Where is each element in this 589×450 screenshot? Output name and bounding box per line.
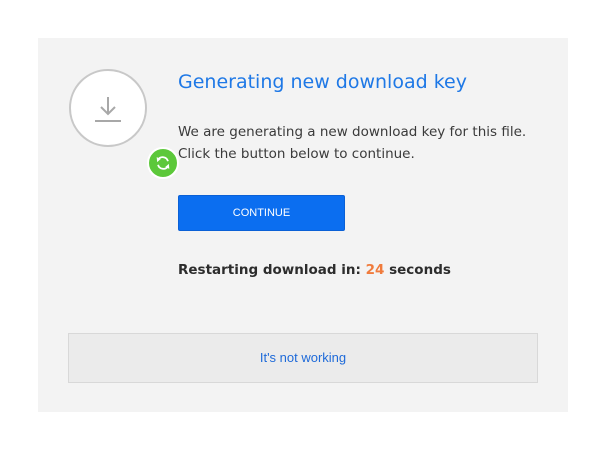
- restart-suffix: seconds: [389, 262, 451, 278]
- restart-count: 24: [365, 262, 385, 278]
- dialog-description: We are generating a new download key for…: [178, 121, 548, 165]
- refresh-icon: [156, 156, 170, 170]
- refresh-badge: [147, 147, 179, 179]
- description-line-2: Click the button below to continue.: [178, 146, 415, 162]
- continue-button[interactable]: CONTINUE: [178, 195, 345, 231]
- description-line-1: We are generating a new download key for…: [178, 124, 527, 140]
- dialog-title: Generating new download key: [178, 71, 467, 93]
- restart-countdown: Restarting download in: 24 seconds: [178, 262, 451, 278]
- not-working-link[interactable]: It's not working: [68, 333, 538, 383]
- download-icon-circle: [69, 69, 147, 147]
- download-icon: [95, 97, 121, 122]
- page: Generating new download key We are gener…: [0, 0, 589, 450]
- download-status-graphic: [69, 69, 179, 179]
- download-key-panel: Generating new download key We are gener…: [38, 38, 568, 412]
- restart-prefix: Restarting download in:: [178, 262, 361, 278]
